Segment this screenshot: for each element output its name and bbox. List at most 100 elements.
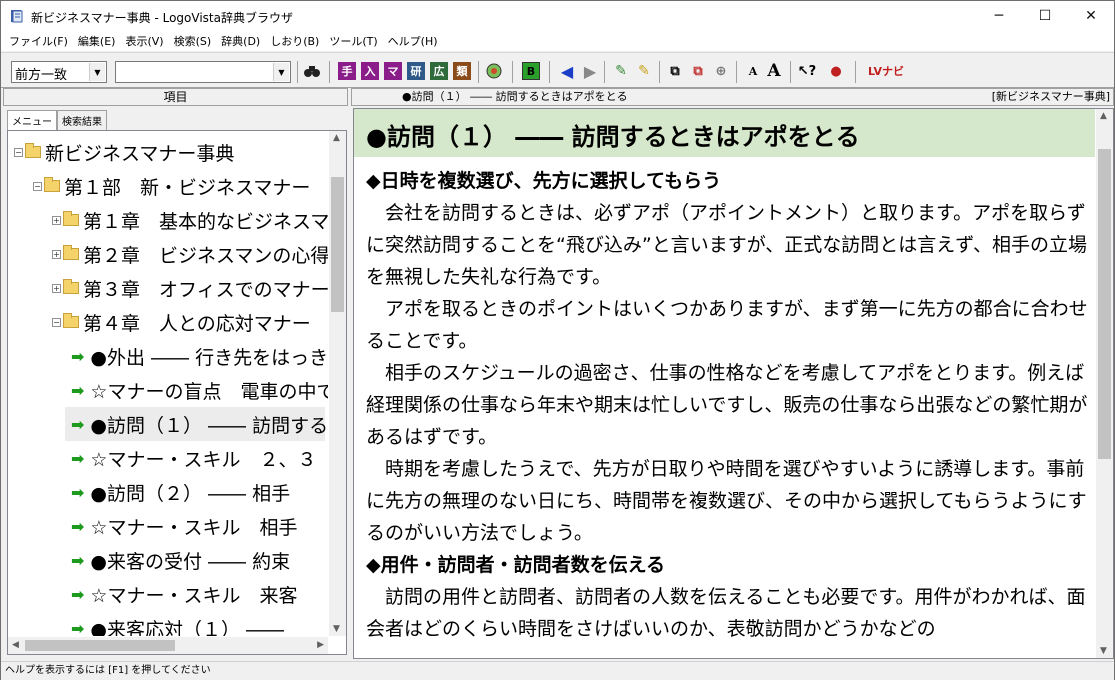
tree-node-label: 第２章 ビジネスマンの心得 xyxy=(83,244,328,267)
dict-button-3[interactable]: マ xyxy=(384,62,402,80)
tree-node-label: 第１部 新・ビジネスマナー xyxy=(64,176,311,199)
zoom-icon[interactable]: ⊕ xyxy=(712,62,730,80)
tree-node-label: ☆マナーの盲点 電車の中で xyxy=(90,380,328,403)
chevron-down-icon[interactable]: ▼ xyxy=(273,63,289,81)
chevron-down-icon[interactable]: ▼ xyxy=(89,63,105,81)
tree-folder-node[interactable]: + 第２章 ビジネスマンの心得 xyxy=(52,237,328,271)
article-heading: ●訪問（１） ―― 訪問するときはアポをとる xyxy=(366,123,860,151)
search-mode-select[interactable]: 前方一致 ▼ xyxy=(11,61,107,83)
tree-folder-node[interactable]: + 第３章 オフィスでのマナー xyxy=(52,271,328,305)
tree-hscroll-thumb[interactable] xyxy=(25,640,175,651)
tab-menu[interactable]: メニュー xyxy=(7,110,57,131)
stop-icon[interactable]: ● xyxy=(827,62,845,80)
tree-horizontal-scrollbar[interactable]: ◀ ▶ xyxy=(8,637,328,654)
toolbar: 前方一致 ▼ ▼ 手 入 マ 研 広 類 B ◀ ▶ ✎ ✎ ⧉ ⧉ ⊕ A A… xyxy=(1,52,1114,88)
search-input[interactable]: ▼ xyxy=(115,61,291,83)
menu-help[interactable]: ヘルプ(H) xyxy=(384,33,444,49)
tree-item-node[interactable]: ➡ ●来客の受付 ―― 約束 xyxy=(71,543,290,577)
article-paragraph: 会社を訪問するときは、必ずアポ（アポイントメント）と取ります。アポを取らずに突然… xyxy=(366,202,1087,288)
toolbar-separator xyxy=(512,61,513,83)
tree-folder-node[interactable]: − 第４章 人との応対マナー xyxy=(52,305,311,339)
tree-folder-node[interactable]: − 第１部 新・ビジネスマナー xyxy=(33,169,310,203)
article-vscroll-thumb[interactable] xyxy=(1098,149,1111,459)
tab-search-results[interactable]: 検索結果 xyxy=(57,110,107,130)
globe-icon[interactable] xyxy=(485,62,503,80)
bookmark-b-icon[interactable]: B xyxy=(522,62,540,80)
tree-item-node[interactable]: ➡ ●外出 ―― 行き先をはっきり xyxy=(71,339,328,373)
maximize-button[interactable]: ☐ xyxy=(1022,1,1068,31)
tree-vscroll-thumb[interactable] xyxy=(331,177,344,312)
tree-node-label: 第３章 オフィスでのマナー xyxy=(83,278,328,301)
paste-icon[interactable]: ⧉ xyxy=(689,62,707,80)
tree-item-node[interactable]: ➡ ●来客応対（１） ―― xyxy=(71,611,284,637)
copy-icon[interactable]: ⧉ xyxy=(666,62,684,80)
article-subheading: ◆日時を複数選び、先方に選択してもらう xyxy=(366,170,722,192)
menu-bookmark[interactable]: しおり(B) xyxy=(266,33,325,49)
article-paragraph: 相手のスケジュールの過密さ、仕事の性格などを考慮してアポをとります。例えば経理関… xyxy=(366,362,1088,448)
folder-icon xyxy=(63,245,79,260)
green-arrow-icon: ➡ xyxy=(71,618,85,637)
font-smaller-button[interactable]: A xyxy=(744,62,762,80)
scroll-left-icon[interactable]: ◀ xyxy=(12,640,19,650)
highlighter-icon[interactable]: ✎ xyxy=(612,62,630,80)
scroll-up-icon[interactable]: ▲ xyxy=(333,133,340,143)
tree-view: − 新ビジネスマナー事典 − 第１部 新・ビジネスマナー + 第１章 基本的なビジネスマナ… xyxy=(8,131,328,636)
scroll-up-icon[interactable]: ▲ xyxy=(1100,111,1107,121)
dict-button-6[interactable]: 類 xyxy=(453,62,471,80)
tree-item-node[interactable]: ➡ ☆マナー・スキル 相手 xyxy=(71,509,297,543)
search-mode-value: 前方一致 xyxy=(15,68,68,83)
tree-item-node[interactable]: ➡ ●訪問（２） ―― 相手 xyxy=(71,475,290,509)
window-title: 新ビジネスマナー事典 - LogoVista辞典ブラウザ xyxy=(31,11,293,25)
collapse-icon[interactable]: − xyxy=(33,181,42,191)
left-pane-header: 項目 xyxy=(3,88,348,106)
font-larger-button[interactable]: A xyxy=(765,61,783,81)
menu-search[interactable]: 検索(S) xyxy=(170,33,218,49)
green-arrow-icon: ➡ xyxy=(71,482,85,502)
folder-icon xyxy=(63,313,79,328)
article-vertical-scrollbar[interactable]: ▲ ▼ xyxy=(1096,109,1113,658)
dict-button-5[interactable]: 広 xyxy=(430,62,448,80)
tree-item-node[interactable]: ➡ ☆マナー・スキル 来客 xyxy=(71,577,297,611)
scroll-down-icon[interactable]: ▼ xyxy=(333,624,340,634)
tree-folder-node[interactable]: + 第１章 基本的なビジネスマナー xyxy=(52,203,328,237)
app-window: 新ビジネスマナー事典 - LogoVista辞典ブラウザ ─ ☐ ✕ ファイル(… xyxy=(0,0,1115,680)
dict-button-1[interactable]: 手 xyxy=(338,62,356,80)
scroll-down-icon[interactable]: ▼ xyxy=(1100,646,1107,656)
tree-node-label: ●外出 ―― 行き先をはっきり xyxy=(90,346,328,369)
tree-item-node[interactable]: ➡ ☆マナーの盲点 電車の中で xyxy=(71,373,328,407)
menu-dictionary[interactable]: 辞典(D) xyxy=(217,33,266,49)
tree-item-node[interactable]: ➡●訪問（１） ―― 訪問するときはアポをとる xyxy=(65,407,328,441)
right-pane: ●訪問（１） ―― 訪問するときはアポをとる [新ビジネスマナー事典] ●訪問（… xyxy=(351,88,1114,661)
close-button[interactable]: ✕ xyxy=(1068,1,1114,31)
menu-view[interactable]: 表示(V) xyxy=(121,33,169,49)
back-arrow-icon[interactable]: ◀ xyxy=(558,62,576,81)
tree-vertical-scrollbar[interactable]: ▲ ▼ xyxy=(329,131,346,636)
binoculars-search-icon[interactable] xyxy=(303,62,321,80)
menu-tools[interactable]: ツール(T) xyxy=(325,33,383,49)
menu-edit[interactable]: 編集(E) xyxy=(74,33,122,49)
lv-navi-button[interactable]: LVナビ xyxy=(863,62,909,80)
status-bar: ヘルプを表示するには [F1] を押してください xyxy=(1,661,1114,680)
article-subheading: ◆用件・訪問者・訪問者数を伝える xyxy=(366,554,666,576)
help-pointer-icon[interactable]: ↖? xyxy=(798,62,816,80)
folder-icon xyxy=(63,211,79,226)
dict-button-2[interactable]: 入 xyxy=(361,62,379,80)
tree-folder-node[interactable]: − 新ビジネスマナー事典 xyxy=(14,135,234,169)
toolbar-separator xyxy=(297,61,298,83)
expand-icon[interactable]: + xyxy=(52,249,61,259)
expand-icon[interactable]: + xyxy=(52,283,61,293)
tree-item-node[interactable]: ➡ ☆マナー・スキル ２、３ xyxy=(71,441,316,475)
toolbar-separator xyxy=(790,61,791,83)
menu-file[interactable]: ファイル(F) xyxy=(5,33,74,49)
article-body: ◆日時を複数選び、先方に選択してもらう会社を訪問するときは、必ずアポ（アポイント… xyxy=(366,165,1094,645)
minimize-button[interactable]: ─ xyxy=(976,1,1022,31)
dict-button-4[interactable]: 研 xyxy=(407,62,425,80)
toolbar-separator xyxy=(478,61,479,83)
forward-arrow-icon[interactable]: ▶ xyxy=(581,62,599,81)
collapse-icon[interactable]: − xyxy=(52,317,61,327)
scroll-right-icon[interactable]: ▶ xyxy=(317,640,324,650)
expand-icon[interactable]: + xyxy=(52,215,61,225)
pencil-icon[interactable]: ✎ xyxy=(635,62,653,80)
collapse-icon[interactable]: − xyxy=(14,147,23,157)
toolbar-separator xyxy=(855,61,856,83)
